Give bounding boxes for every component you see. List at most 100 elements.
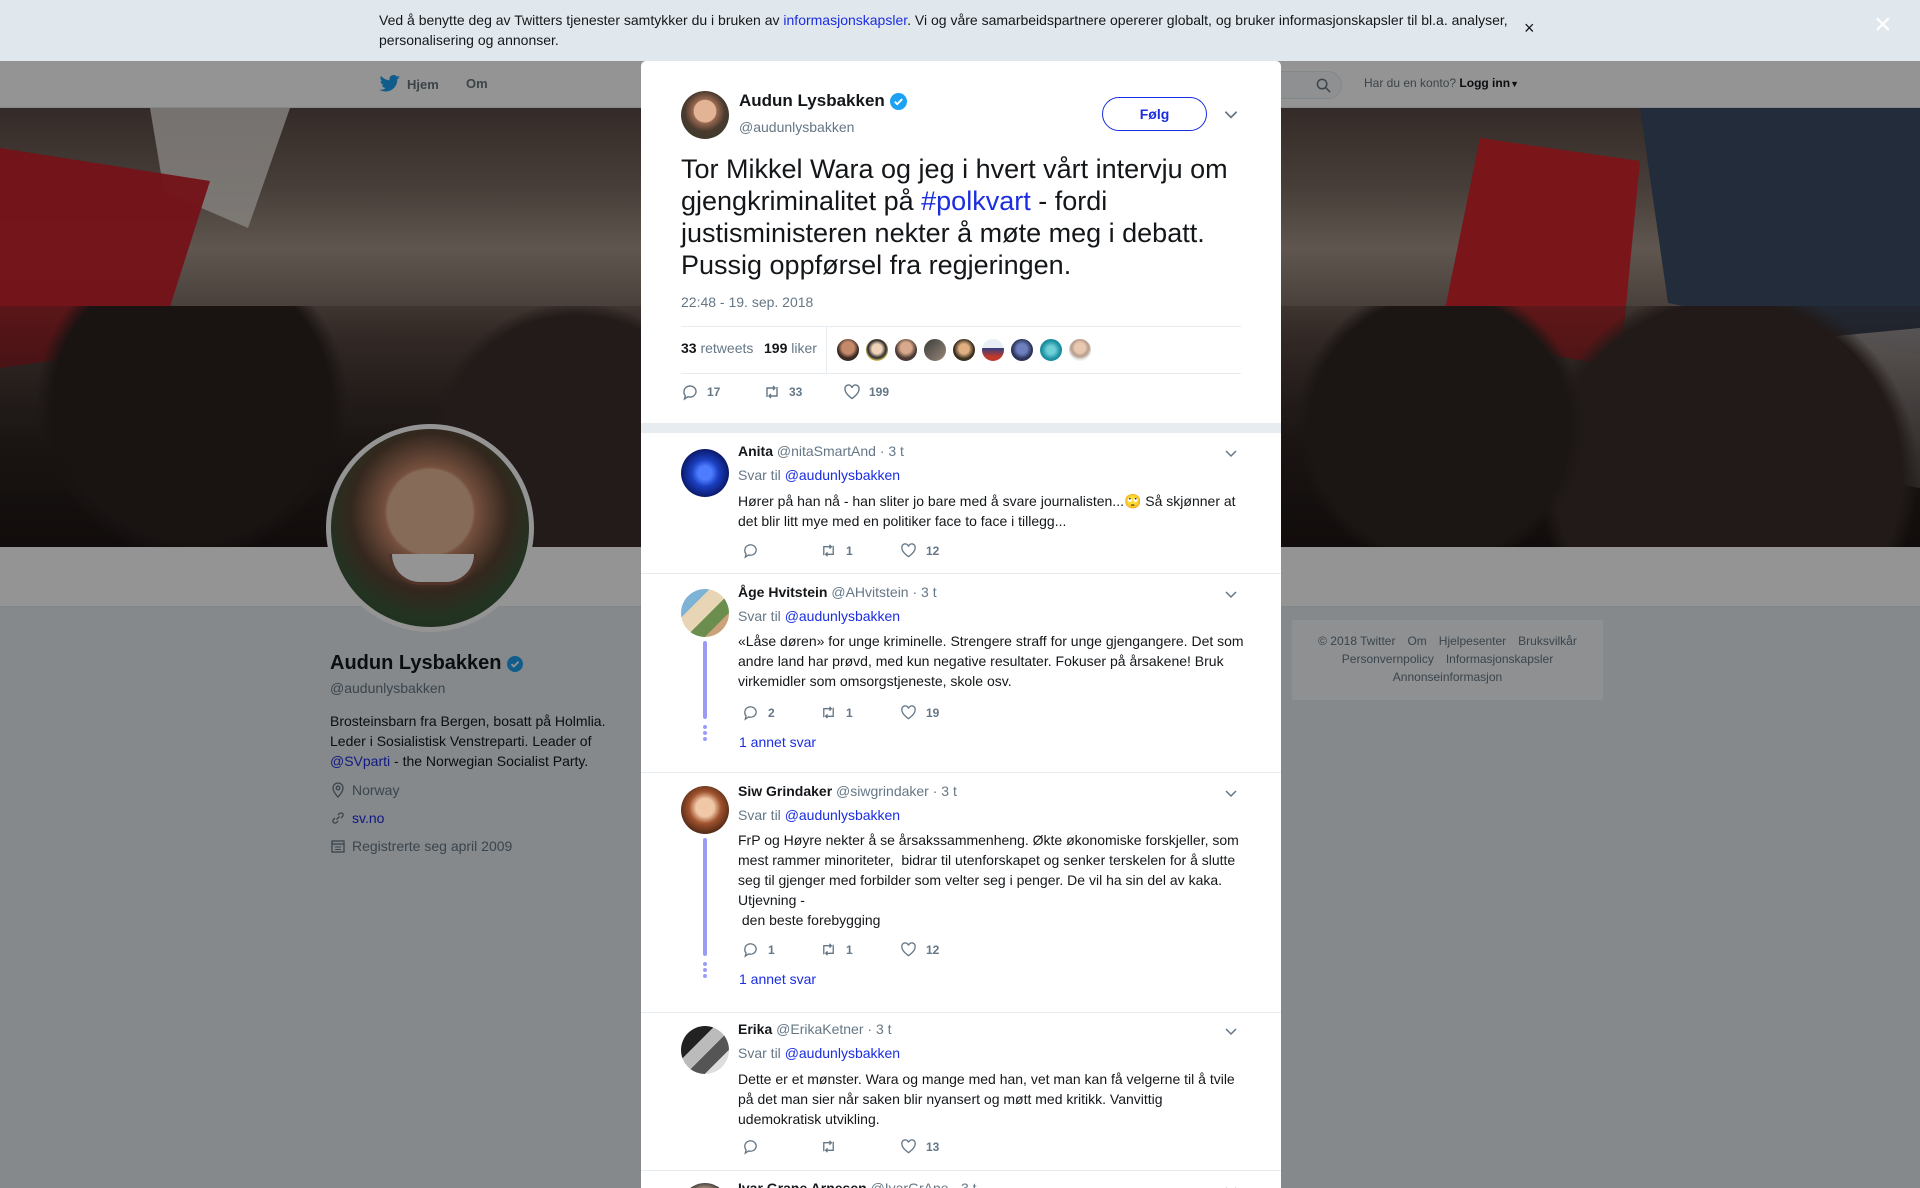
liker-avatars: [836, 338, 1097, 362]
chevron-down-icon[interactable]: [1223, 445, 1239, 461]
reply-author-name[interactable]: Anita: [738, 443, 773, 459]
liker-avatar[interactable]: [1010, 338, 1034, 362]
like-button[interactable]: 13: [900, 1138, 939, 1155]
reply-author-name[interactable]: Ivar Grane Arnesen: [738, 1180, 867, 1188]
like-button[interactable]: 199: [843, 383, 889, 401]
chevron-down-icon[interactable]: [1223, 785, 1239, 801]
thread-line: [703, 838, 707, 956]
reply-icon: [683, 385, 697, 401]
reply-header: Anita @nitaSmartAnd · 3 t: [738, 443, 904, 459]
reply-author-handle[interactable]: @siwgrindaker: [836, 783, 929, 799]
liker-avatar[interactable]: [952, 338, 976, 362]
retweet-button[interactable]: 33: [763, 383, 802, 401]
retweet-button[interactable]: [820, 1138, 846, 1155]
reply-to-label: Svar til: [738, 608, 781, 624]
reply-age[interactable]: · 3 t: [912, 584, 936, 600]
liker-avatar[interactable]: [836, 338, 860, 362]
tweet-header: Audun Lysbakken @audunlysbakken Følg: [681, 91, 1241, 141]
reply-item[interactable]: Erika @ErikaKetner · 3 t Svar til @audun…: [641, 1013, 1281, 1171]
close-modal-icon[interactable]: ×: [1874, 10, 1892, 40]
cookie-policy-link[interactable]: informasjonskapsler: [783, 12, 907, 28]
hashtag-link[interactable]: #polkvart: [921, 186, 1031, 216]
like-button[interactable]: 19: [900, 704, 939, 721]
retweet-button[interactable]: 1: [820, 941, 853, 958]
reply-age[interactable]: · 3 t: [867, 1021, 891, 1037]
like-label: liker: [791, 340, 817, 356]
liker-avatar[interactable]: [1068, 338, 1092, 362]
reply-author-handle[interactable]: @nitaSmartAnd: [777, 443, 876, 459]
liker-avatar[interactable]: [981, 338, 1005, 362]
reply-to-line: Svar til @audunlysbakken: [738, 807, 900, 823]
reply-age[interactable]: · 3 t: [880, 443, 904, 459]
reply-button[interactable]: [742, 1138, 768, 1155]
reply-icon: [744, 1140, 757, 1155]
tweet-author-name[interactable]: Audun Lysbakken: [739, 91, 907, 111]
reply-header: Erika @ErikaKetner · 3 t: [738, 1021, 892, 1037]
reply-avatar[interactable]: [681, 589, 729, 637]
retweet-button[interactable]: 1: [820, 542, 853, 559]
reply-to-mention[interactable]: @audunlysbakken: [785, 1045, 900, 1061]
reply-button[interactable]: 1: [742, 941, 775, 958]
like-button[interactable]: 12: [900, 941, 939, 958]
reply-age[interactable]: · 3 t: [952, 1180, 976, 1188]
reply-to-mention[interactable]: @audunlysbakken: [785, 807, 900, 823]
chevron-down-icon[interactable]: [1223, 1023, 1239, 1039]
more-replies-link[interactable]: 1 annet svar: [739, 734, 816, 750]
reply-retweet-count: 1: [846, 942, 853, 957]
chevron-down-icon[interactable]: [1223, 586, 1239, 602]
reply-item[interactable]: Siw Grindaker @siwgrindaker · 3 t Svar t…: [641, 773, 1281, 1013]
like-stat[interactable]: 199 liker: [764, 340, 817, 356]
cookie-close-icon[interactable]: ×: [1524, 18, 1535, 39]
reply-age[interactable]: · 3 t: [933, 783, 957, 799]
like-action-count: 199: [869, 385, 890, 399]
reply-author-handle[interactable]: @ErikaKetner: [776, 1021, 863, 1037]
reply-to-line: Svar til @audunlysbakken: [738, 608, 900, 624]
like-button[interactable]: 12: [900, 542, 939, 559]
reply-author-name[interactable]: Åge Hvitstein: [738, 584, 827, 600]
reply-avatar[interactable]: [681, 786, 729, 834]
reply-actions: 13: [738, 1138, 1138, 1158]
reply-author-handle[interactable]: @IvarGrAne: [871, 1180, 949, 1188]
tweet-timestamp[interactable]: 22:48 - 19. sep. 2018: [681, 294, 813, 310]
retweet-icon: [823, 943, 834, 956]
reply-item[interactable]: Anita @nitaSmartAnd · 3 t Svar til @audu…: [641, 433, 1281, 574]
reply-avatar[interactable]: [681, 1183, 729, 1188]
like-count: 199: [764, 340, 788, 356]
liker-avatar[interactable]: [865, 338, 889, 362]
reply-header: Ivar Grane Arnesen @IvarGrAne · 3 t: [738, 1180, 977, 1188]
tweet-author-avatar[interactable]: [681, 91, 729, 139]
reply-to-mention[interactable]: @audunlysbakken: [785, 608, 900, 624]
reply-button[interactable]: 2: [742, 704, 775, 721]
reply-avatar[interactable]: [681, 449, 729, 497]
reply-item[interactable]: Ivar Grane Arnesen @IvarGrAne · 3 t: [641, 1171, 1281, 1188]
heart-icon: [844, 384, 860, 400]
reply-to-line: Svar til @audunlysbakken: [738, 467, 900, 483]
reply-author-name[interactable]: Erika: [738, 1021, 772, 1037]
reply-to-label: Svar til: [738, 807, 781, 823]
reply-text: FrP og Høyre nekter å se årsakssammenhen…: [738, 832, 1239, 928]
chevron-down-icon[interactable]: [1222, 105, 1240, 123]
reply-item[interactable]: Åge Hvitstein @AHvitstein · 3 t Svar til…: [641, 574, 1281, 773]
retweet-stat[interactable]: 33 retweets: [681, 340, 753, 356]
tweet-stats: 33 retweets 199 liker: [681, 326, 1241, 374]
reply-to-mention[interactable]: @audunlysbakken: [785, 467, 900, 483]
reply-text: Hører på han nå - han sliter jo bare med…: [738, 493, 1240, 529]
reply-author-name[interactable]: Siw Grindaker: [738, 783, 832, 799]
reply-button[interactable]: 17: [681, 383, 720, 401]
reply-author-handle[interactable]: @AHvitstein: [831, 584, 908, 600]
cookie-text: Ved å benytte deg av Twitters tjenester …: [379, 10, 1519, 50]
liker-avatar[interactable]: [894, 338, 918, 362]
tweet-author-handle[interactable]: @audunlysbakken: [739, 119, 854, 135]
liker-avatar[interactable]: [1039, 338, 1063, 362]
liker-avatar[interactable]: [923, 338, 947, 362]
retweet-button[interactable]: 1: [820, 704, 853, 721]
reply-reply-count: 1: [768, 942, 775, 957]
reply-button[interactable]: [742, 542, 768, 559]
reply-avatar[interactable]: [681, 1026, 729, 1074]
heart-icon: [901, 705, 916, 720]
reply-like-count: 12: [926, 543, 940, 558]
more-replies-link[interactable]: 1 annet svar: [739, 971, 816, 987]
tweet-text: Tor Mikkel Wara og jeg i hvert vårt inte…: [681, 153, 1246, 281]
follow-button[interactable]: Følg: [1102, 97, 1207, 131]
chevron-down-icon[interactable]: [1223, 1182, 1239, 1188]
